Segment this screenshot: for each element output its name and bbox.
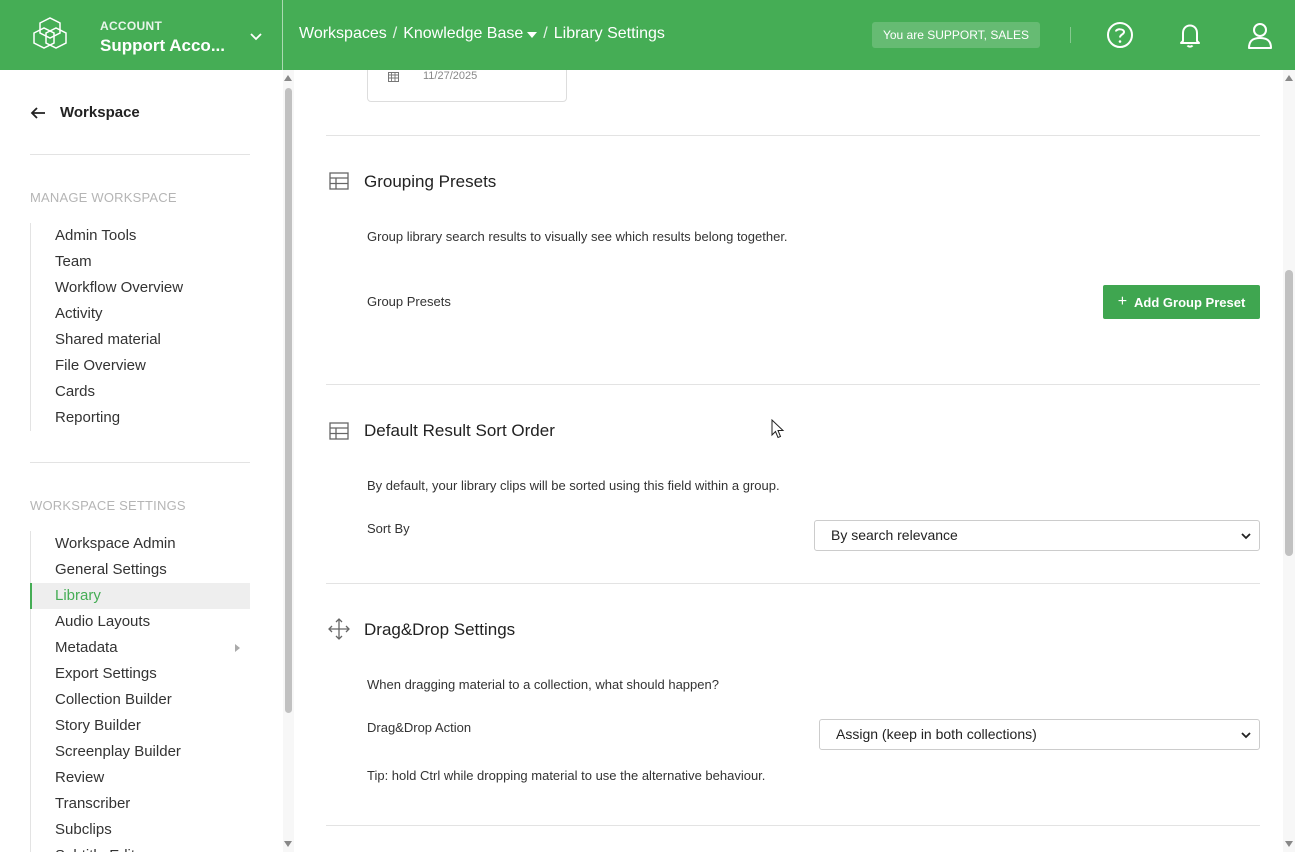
section-manage-workspace: MANAGE WORKSPACE xyxy=(30,190,177,205)
move-icon xyxy=(328,618,350,640)
sidebar-item-general-settings[interactable]: General Settings xyxy=(31,557,250,583)
section-title-default-sort-order: Default Result Sort Order xyxy=(364,421,555,440)
section-title-grouping-presets: Grouping Presets xyxy=(364,172,497,191)
scrollbar-thumb[interactable] xyxy=(1285,270,1293,556)
sort-by-label: Sort By xyxy=(367,521,410,536)
breadcrumb-knowledge-base[interactable]: Knowledge Base xyxy=(403,25,523,43)
back-label: Workspace xyxy=(60,104,140,121)
sidebar-item-file-overview[interactable]: File Overview xyxy=(31,353,250,379)
main-scrollbar[interactable] xyxy=(1283,70,1295,852)
section-divider xyxy=(326,135,1260,136)
scroll-down-icon[interactable] xyxy=(1285,841,1293,847)
sidebar-item-workspace-admin[interactable]: Workspace Admin xyxy=(31,531,250,557)
user-icon[interactable] xyxy=(1245,20,1275,50)
sidebar-item-admin-tools[interactable]: Admin Tools xyxy=(31,223,250,249)
sidebar-item-screenplay-builder[interactable]: Screenplay Builder xyxy=(31,739,250,765)
submenu-arrow-icon xyxy=(235,644,240,652)
sidebar: Workspace MANAGE WORKSPACE Admin Tools T… xyxy=(0,70,283,852)
back-to-workspace[interactable]: Workspace xyxy=(30,104,140,121)
calendar-icon xyxy=(388,72,399,82)
scroll-down-icon[interactable] xyxy=(284,841,292,847)
help-icon[interactable] xyxy=(1105,20,1135,50)
sidebar-item-audio-layouts[interactable]: Audio Layouts xyxy=(31,609,250,635)
header-divider xyxy=(1070,27,1071,43)
section-divider xyxy=(326,825,1260,826)
date-value: 11/27/2025 xyxy=(423,70,478,82)
dragdrop-action-select[interactable]: Assign (keep in both collections) xyxy=(819,719,1260,750)
mouse-cursor-icon xyxy=(771,419,785,439)
workspace-settings-list: Workspace Admin General Settings Library… xyxy=(30,531,250,852)
section-divider xyxy=(326,384,1260,385)
breadcrumb-workspaces[interactable]: Workspaces xyxy=(299,25,387,43)
top-bar: ACCOUNT Support Acco... Workspaces / Kno… xyxy=(0,0,1295,70)
breadcrumb-current: Library Settings xyxy=(553,25,665,42)
divider xyxy=(30,154,250,155)
section-title-dragdrop-settings: Drag&Drop Settings xyxy=(364,620,516,639)
chevron-down-icon xyxy=(1241,533,1251,540)
add-group-preset-button[interactable]: + Add Group Preset xyxy=(1103,285,1260,319)
sidebar-item-transcriber[interactable]: Transcriber xyxy=(31,791,250,817)
logo-icon xyxy=(33,17,67,49)
divider xyxy=(30,462,250,463)
arrow-left-icon xyxy=(30,106,45,119)
group-presets-label: Group Presets xyxy=(367,294,451,309)
role-badge: You are SUPPORT, SALES xyxy=(872,22,1040,48)
account-name[interactable]: Support Acco... xyxy=(100,36,225,56)
bell-icon[interactable] xyxy=(1175,20,1205,50)
section-workspace-settings: WORKSPACE SETTINGS xyxy=(30,498,186,513)
sort-by-select[interactable]: By search relevance xyxy=(814,520,1260,551)
sidebar-item-collection-builder[interactable]: Collection Builder xyxy=(31,687,250,713)
sidebar-item-story-builder[interactable]: Story Builder xyxy=(31,713,250,739)
section-description: When dragging material to a collection, … xyxy=(367,677,719,692)
account-label: ACCOUNT xyxy=(100,19,163,33)
breadcrumb-separator: / xyxy=(543,25,548,42)
chevron-down-icon[interactable] xyxy=(248,28,264,44)
breadcrumb: Workspaces / Knowledge Base / Library Se… xyxy=(299,25,665,43)
sidebar-item-export-settings[interactable]: Export Settings xyxy=(31,661,250,687)
sidebar-item-subclips[interactable]: Subclips xyxy=(31,817,250,843)
scroll-up-icon[interactable] xyxy=(284,75,292,81)
table-icon xyxy=(329,172,349,190)
scrollbar-thumb[interactable] xyxy=(285,88,292,713)
dragdrop-tip: Tip: hold Ctrl while dropping material t… xyxy=(367,768,766,783)
sidebar-item-reporting[interactable]: Reporting xyxy=(31,405,250,431)
section-description: Group library search results to visually… xyxy=(367,229,788,244)
sidebar-item-workflow-overview[interactable]: Workflow Overview xyxy=(31,275,250,301)
section-divider xyxy=(326,583,1260,584)
caret-down-icon[interactable] xyxy=(527,32,538,38)
sidebar-item-cards[interactable]: Cards xyxy=(31,379,250,405)
sidebar-item-metadata[interactable]: Metadata xyxy=(31,635,250,661)
sidebar-scrollbar[interactable] xyxy=(283,70,294,852)
chevron-down-icon xyxy=(1241,732,1251,739)
sort-by-value: By search relevance xyxy=(831,527,958,543)
dragdrop-action-label: Drag&Drop Action xyxy=(367,720,472,735)
section-description: By default, your library clips will be s… xyxy=(367,478,780,493)
sidebar-item-team[interactable]: Team xyxy=(31,249,250,275)
main-content: 11/27/2025 Grouping Presets Group librar… xyxy=(294,70,1283,852)
scroll-up-icon[interactable] xyxy=(1285,75,1293,81)
account-switcher[interactable]: ACCOUNT Support Acco... xyxy=(0,0,283,70)
date-field[interactable]: 11/27/2025 xyxy=(367,70,567,102)
plus-icon: + xyxy=(1117,293,1128,310)
table-icon xyxy=(329,422,349,440)
sidebar-item-activity[interactable]: Activity xyxy=(31,301,250,327)
sidebar-item-review[interactable]: Review xyxy=(31,765,250,791)
sidebar-item-shared-material[interactable]: Shared material xyxy=(31,327,250,353)
sidebar-item-library[interactable]: Library xyxy=(30,583,250,609)
add-group-preset-label: Add Group Preset xyxy=(1134,294,1246,310)
sidebar-item-label: Metadata xyxy=(55,639,118,656)
breadcrumb-separator: / xyxy=(392,25,398,42)
manage-workspace-list: Admin Tools Team Workflow Overview Activ… xyxy=(30,223,250,431)
dragdrop-action-value: Assign (keep in both collections) xyxy=(836,726,1037,742)
sidebar-item-subtitle-editor[interactable]: Subtitle Editor xyxy=(31,843,250,852)
